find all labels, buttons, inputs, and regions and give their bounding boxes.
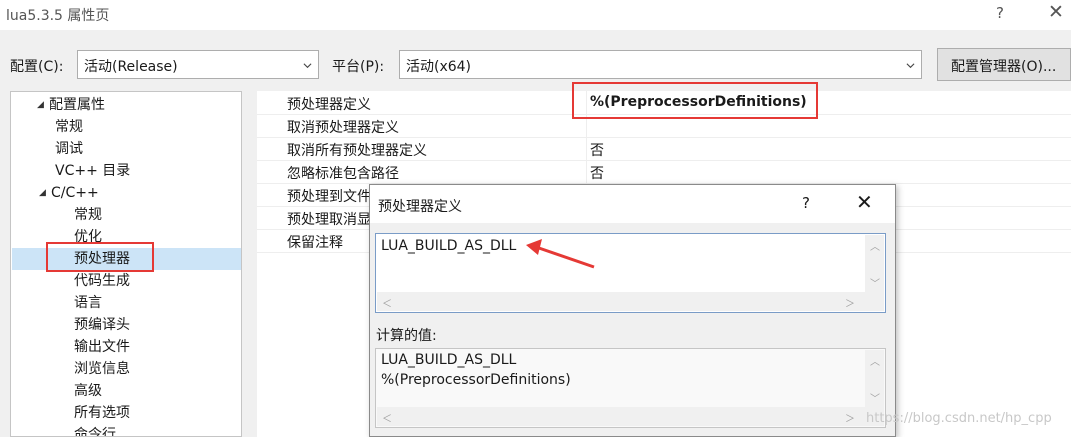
tree-item-output-files[interactable]: 输出文件 <box>74 336 130 358</box>
dialog-title-bar: 预处理器定义 ? ✕ <box>370 185 895 223</box>
property-name: 取消所有预处理器定义 <box>287 143 427 159</box>
scroll-up-icon[interactable]: ︿ <box>870 353 880 368</box>
annotation-arrow-icon <box>526 239 595 269</box>
tree-item-general[interactable]: 常规 <box>55 116 83 138</box>
tree-item-precompiled-headers[interactable]: 预编译头 <box>74 314 130 336</box>
chevron-down-icon <box>906 63 915 69</box>
window-title: lua5.3.5 属性页 <box>6 8 110 24</box>
help-icon[interactable]: ? <box>802 194 810 212</box>
tree-item-config-properties[interactable]: ◢ 配置属性 <box>37 94 105 116</box>
computed-line: %(PreprocessorDefinitions) <box>381 372 571 388</box>
vertical-scrollbar[interactable]: ︿ ﹀ <box>865 235 884 292</box>
tree-item-c-cpp[interactable]: ◢ C/C++ <box>39 182 99 204</box>
property-value[interactable]: 否 <box>590 140 604 160</box>
configuration-manager-label: 配置管理器(O)... <box>951 59 1057 75</box>
watermark: https://blog.csdn.net/hp_cpp <box>866 411 1052 426</box>
config-select-value: 活动(Release) <box>84 59 178 75</box>
tree-item-language[interactable]: 语言 <box>74 292 102 314</box>
close-icon[interactable]: ✕ <box>856 190 873 214</box>
expand-icon[interactable]: ◢ <box>37 94 49 116</box>
tree-item-debugging[interactable]: 调试 <box>55 138 83 160</box>
configuration-manager-button[interactable]: 配置管理器(O)... <box>937 48 1071 81</box>
scroll-right-icon[interactable]: ＞ <box>845 410 855 425</box>
property-value[interactable]: 否 <box>590 163 604 183</box>
scroll-left-icon[interactable]: ＜ <box>382 410 392 425</box>
property-name: 预处理取消显 <box>287 212 371 228</box>
platform-select[interactable]: 活动(x64) <box>399 50 922 79</box>
platform-label: 平台(P): <box>332 59 385 75</box>
chevron-down-icon <box>303 63 312 69</box>
config-label: 配置(C): <box>10 59 64 75</box>
property-row[interactable]: 忽略标准包含路径 否 <box>257 161 1071 184</box>
tree-item-code-generation[interactable]: 代码生成 <box>74 270 130 292</box>
tree-item-advanced[interactable]: 高级 <box>74 380 102 402</box>
property-name: 取消预处理器定义 <box>287 120 399 136</box>
tree-item-browse-information[interactable]: 浏览信息 <box>74 358 130 380</box>
tree-item-cpp-general[interactable]: 常规 <box>74 204 102 226</box>
definitions-input-value: LUA_BUILD_AS_DLL <box>381 238 517 254</box>
horizontal-scrollbar[interactable]: ＜ ＞ <box>377 292 884 311</box>
definitions-input[interactable]: LUA_BUILD_AS_DLL ︿ ﹀ ＜ ＞ <box>375 233 886 313</box>
scroll-right-icon[interactable]: ＞ <box>845 295 855 310</box>
scroll-left-icon[interactable]: ＜ <box>382 295 392 310</box>
dialog-title: 预处理器定义 <box>378 199 462 215</box>
property-name: 预处理到文件 <box>287 189 371 205</box>
computed-value-label: 计算的值: <box>376 328 437 344</box>
computed-line: LUA_BUILD_AS_DLL <box>381 352 517 368</box>
window-title-bar: lua5.3.5 属性页 ? ✕ <box>0 0 1071 30</box>
property-row[interactable]: 取消所有预处理器定义 否 <box>257 138 1071 161</box>
annotation-box-preprocessor-value <box>572 82 818 119</box>
help-icon[interactable]: ? <box>996 4 1004 22</box>
preprocessor-definitions-dialog: 预处理器定义 ? ✕ LUA_BUILD_AS_DLL ︿ ﹀ ＜ ＞ 计算的值… <box>369 184 896 437</box>
tree-item-vc-directories[interactable]: VC++ 目录 <box>55 160 130 182</box>
vertical-scrollbar[interactable]: ︿ ﹀ <box>865 350 884 407</box>
horizontal-scrollbar[interactable]: ＜ ＞ <box>377 407 884 426</box>
scroll-up-icon[interactable]: ︿ <box>870 238 880 253</box>
property-name: 保留注释 <box>287 235 343 251</box>
annotation-box-preprocessor <box>46 242 154 272</box>
tree-item-all-options[interactable]: 所有选项 <box>74 402 130 424</box>
scroll-down-icon[interactable]: ﹀ <box>870 275 880 290</box>
platform-select-value: 活动(x64) <box>406 59 472 75</box>
property-name: 预处理器定义 <box>287 97 371 113</box>
expand-icon[interactable]: ◢ <box>39 182 51 204</box>
config-select[interactable]: 活动(Release) <box>77 50 319 79</box>
tree-item-command-line[interactable]: 命令行 <box>74 424 116 436</box>
property-name: 忽略标准包含路径 <box>287 166 399 182</box>
scroll-down-icon[interactable]: ﹀ <box>870 390 880 405</box>
close-icon[interactable]: ✕ <box>1048 1 1064 23</box>
computed-value-box: LUA_BUILD_AS_DLL %(PreprocessorDefinitio… <box>375 348 886 428</box>
